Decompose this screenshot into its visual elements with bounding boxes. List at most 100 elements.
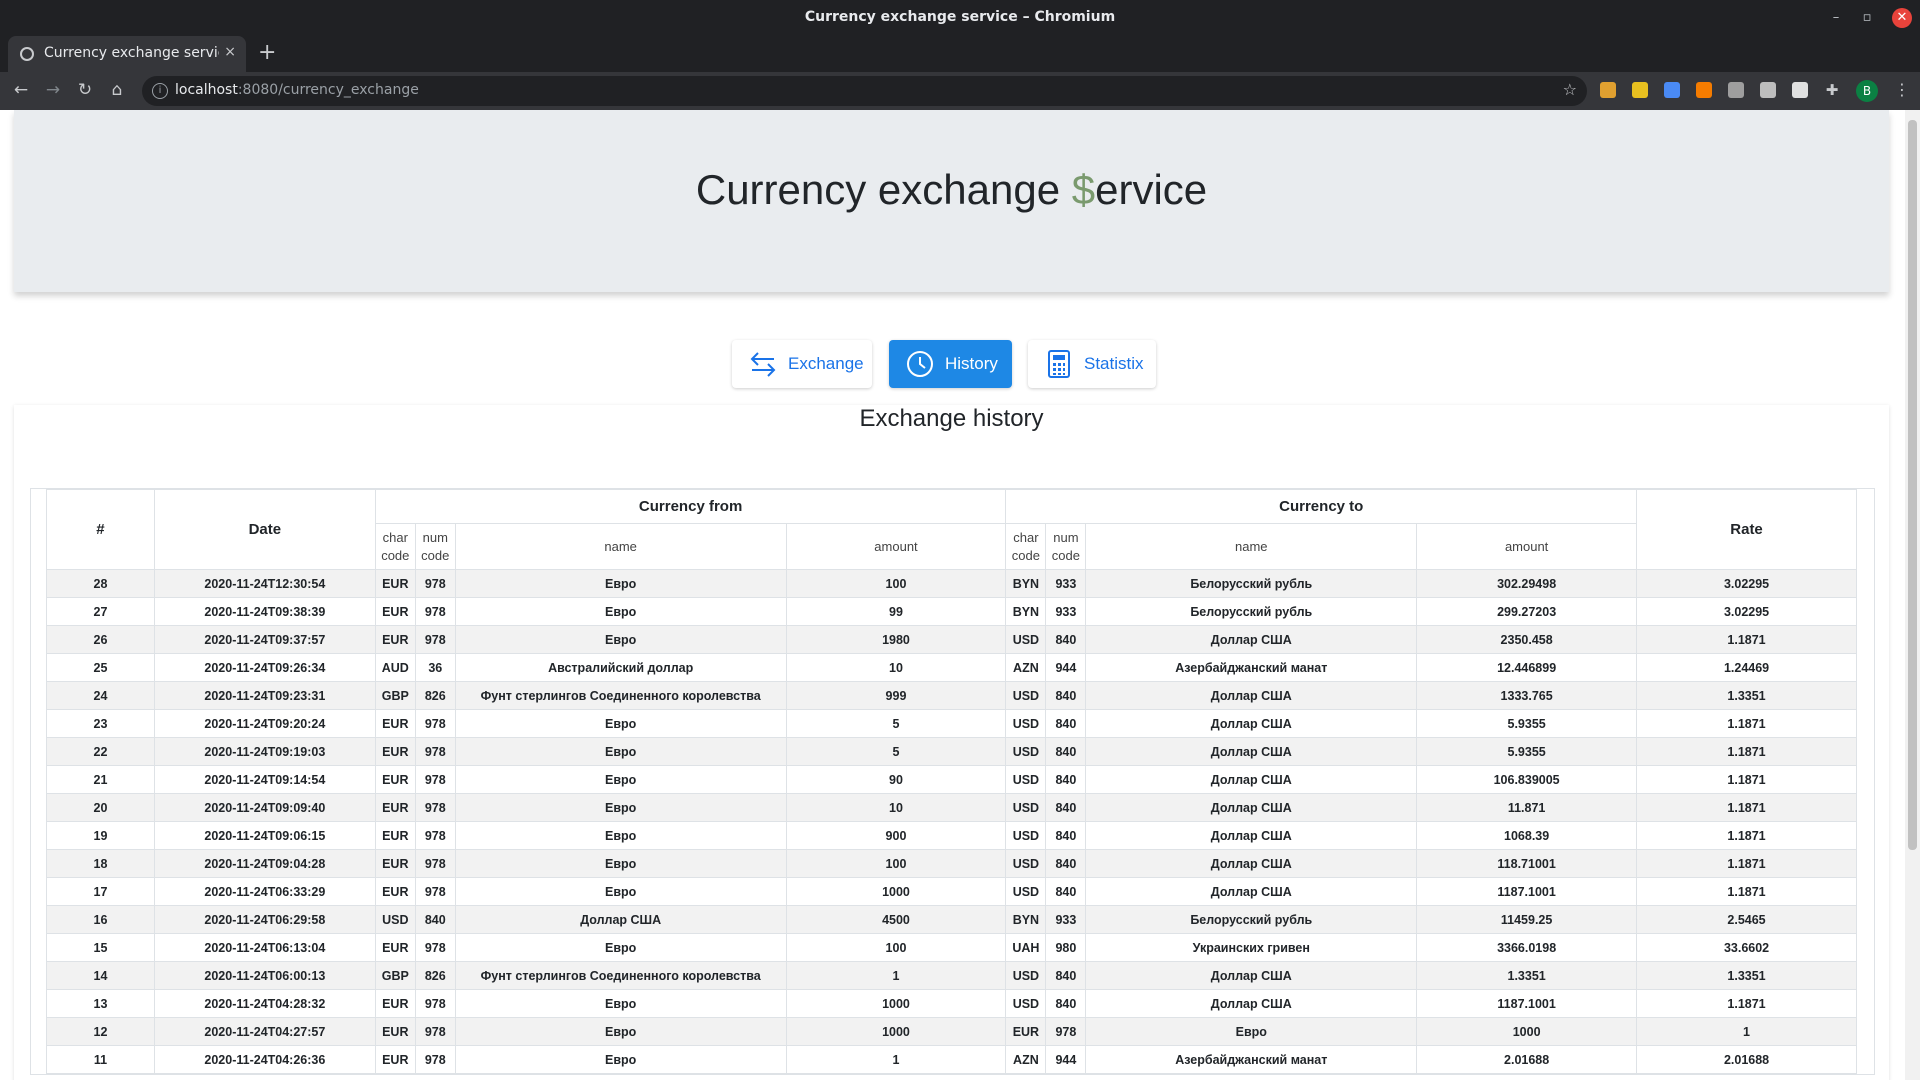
col-header-amount: amount: [1416, 523, 1638, 570]
row-date: 2020-11-24T09:14:54: [153, 765, 376, 794]
back-icon[interactable]: ←: [10, 80, 32, 100]
from-amount: 1: [785, 1045, 1007, 1074]
row-date: 2020-11-24T12:30:54: [153, 569, 376, 598]
col-header-char-code: char code: [374, 523, 416, 570]
from-num-code: 978: [414, 569, 456, 598]
table-row: 24 2020-11-24T09:23:31 GBP 826 Фунт стерлинг…: [46, 681, 1857, 710]
from-amount: 5: [785, 709, 1007, 738]
maximize-icon[interactable]: ▫: [1857, 8, 1877, 28]
tab-history[interactable]: History: [889, 340, 1012, 388]
from-char-code: EUR: [374, 765, 416, 794]
tab-close-icon[interactable]: ×: [224, 44, 236, 60]
col-header-char-code: char code: [1005, 523, 1047, 570]
from-name: Евро: [454, 709, 787, 738]
forward-icon[interactable]: →: [42, 80, 64, 100]
to-amount: 1187.1001: [1416, 989, 1638, 1018]
row-index: 20: [46, 793, 155, 822]
info-icon[interactable]: i: [152, 83, 168, 99]
avatar[interactable]: B: [1856, 80, 1878, 102]
row-index: 27: [46, 597, 155, 626]
extension-icon[interactable]: [1760, 82, 1776, 98]
row-index: 17: [46, 877, 155, 906]
tab-history-label: History: [945, 354, 998, 373]
page-viewport: Currency exchange $ervice Exchange Histo…: [0, 110, 1905, 1080]
from-char-code: EUR: [374, 569, 416, 598]
window-title: Currency exchange service – Chromium: [804, 9, 1116, 25]
row-index: 23: [46, 709, 155, 738]
history-table-container: # Date Currency from Currency to Rate ch…: [30, 488, 1875, 1075]
to-amount: 1.3351: [1416, 961, 1638, 990]
scrollbar-thumb[interactable]: [1908, 120, 1917, 850]
to-num-code: 840: [1045, 961, 1087, 990]
from-num-code: 978: [414, 849, 456, 878]
scrollbar[interactable]: [1905, 110, 1920, 1080]
address-bar[interactable]: i localhost:8080/currency_exchange ☆: [142, 76, 1587, 106]
from-amount: 5: [785, 737, 1007, 766]
to-amount: 5.9355: [1416, 709, 1638, 738]
from-char-code: EUR: [374, 821, 416, 850]
row-index: 24: [46, 681, 155, 710]
to-name: Доллар США: [1085, 821, 1418, 850]
tab-statistix[interactable]: Statistix: [1028, 340, 1156, 388]
title-part-2: ervice: [1095, 166, 1208, 213]
from-amount: 1000: [785, 1017, 1007, 1046]
from-num-code: 978: [414, 821, 456, 850]
row-rate: 1.1871: [1636, 737, 1857, 766]
from-num-code: 978: [414, 709, 456, 738]
to-char-code: USD: [1005, 625, 1047, 654]
row-index: 15: [46, 933, 155, 962]
url-host: localhost: [175, 82, 238, 98]
reload-icon[interactable]: ↻: [74, 80, 96, 100]
row-index: 14: [46, 961, 155, 990]
to-amount: 106.839005: [1416, 765, 1638, 794]
from-amount: 100: [785, 569, 1007, 598]
table-row: 20 2020-11-24T09:09:40 EUR 978 Евро 10 USD 840 Д…: [46, 793, 1857, 822]
to-name: Белорусский рубль: [1085, 597, 1418, 626]
from-char-code: EUR: [374, 933, 416, 962]
row-index: 13: [46, 989, 155, 1018]
extension-icon[interactable]: [1696, 82, 1712, 98]
to-name: Доллар США: [1085, 709, 1418, 738]
to-num-code: 840: [1045, 709, 1087, 738]
history-table: # Date Currency from Currency to Rate ch…: [46, 489, 1857, 1074]
extension-icon[interactable]: [1632, 82, 1648, 98]
to-num-code: 840: [1045, 793, 1087, 822]
close-window-icon[interactable]: ✕: [1892, 8, 1912, 28]
row-rate: 1.1871: [1636, 821, 1857, 850]
new-tab-icon[interactable]: +: [258, 40, 276, 65]
puzzle-extensions-icon[interactable]: ✚: [1824, 82, 1840, 98]
from-amount: 999: [785, 681, 1007, 710]
extension-icon[interactable]: [1792, 82, 1808, 98]
from-amount: 100: [785, 933, 1007, 962]
extension-icon[interactable]: [1600, 82, 1616, 98]
from-amount: 900: [785, 821, 1007, 850]
window-titlebar: Currency exchange service – Chromium – ▫…: [0, 0, 1920, 36]
extension-icon[interactable]: [1728, 82, 1744, 98]
minimize-icon[interactable]: –: [1826, 8, 1846, 28]
col-header-index: #: [46, 489, 155, 570]
to-name: Белорусский рубль: [1085, 569, 1418, 598]
tab-exchange[interactable]: Exchange: [732, 340, 872, 388]
from-name: Доллар США: [454, 905, 787, 934]
tab-exchange-label: Exchange: [788, 354, 864, 373]
to-char-code: USD: [1005, 961, 1047, 990]
to-name: Доллар США: [1085, 793, 1418, 822]
from-name: Фунт стерлингов Соединенного королевства: [454, 961, 787, 990]
bookmark-star-icon[interactable]: ☆: [1563, 80, 1577, 99]
from-char-code: GBP: [374, 681, 416, 710]
to-name: Доллар США: [1085, 625, 1418, 654]
row-date: 2020-11-24T04:27:57: [153, 1017, 376, 1046]
from-num-code: 826: [414, 681, 456, 710]
row-date: 2020-11-24T09:38:39: [153, 597, 376, 626]
menu-dots-icon[interactable]: ⋮: [1894, 80, 1910, 99]
browser-tab[interactable]: Currency exchange service ×: [8, 36, 246, 72]
home-icon[interactable]: ⌂: [106, 80, 128, 100]
to-amount: 299.27203: [1416, 597, 1638, 626]
url-text[interactable]: localhost:8080/currency_exchange: [175, 82, 419, 98]
translate-extension-icon[interactable]: [1664, 82, 1680, 98]
row-rate: 1.24469: [1636, 653, 1857, 682]
from-num-code: 978: [414, 765, 456, 794]
calculator-icon: [1048, 350, 1070, 378]
from-char-code: EUR: [374, 709, 416, 738]
from-amount: 90: [785, 765, 1007, 794]
